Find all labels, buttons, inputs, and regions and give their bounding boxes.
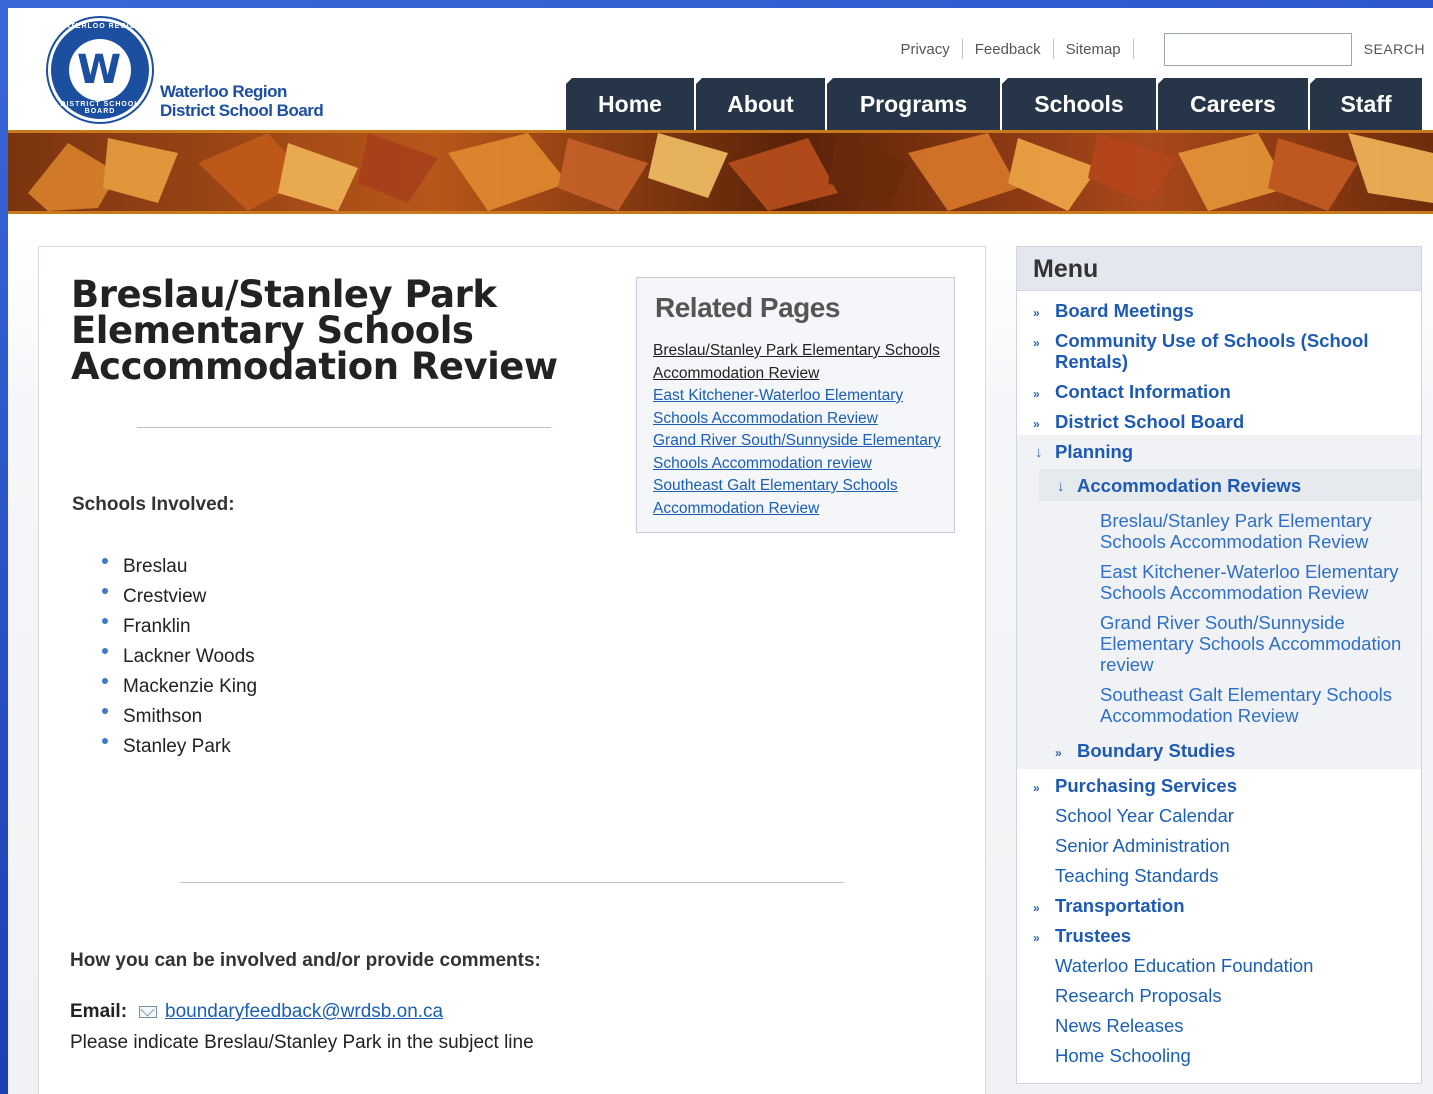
utility-bar: Privacy Feedback Sitemap SEARCH: [889, 32, 1425, 66]
school-name: Breslau: [123, 556, 188, 577]
bullet-icon: [102, 678, 108, 684]
bullet-icon: [102, 648, 108, 654]
utility-divider: [1132, 39, 1134, 59]
main-nav: Home About Programs Schools Careers Staf…: [564, 76, 1422, 130]
sidebar-menu: Menu » Board Meetings » Community Use of…: [1016, 246, 1422, 1084]
school-name: Smithson: [123, 706, 203, 727]
nav-tab-programs[interactable]: Programs: [827, 78, 1000, 130]
logo-text-line2: District School Board: [160, 101, 324, 120]
window-frame-top: [0, 0, 1433, 8]
bullet-icon: [102, 588, 108, 594]
search-button[interactable]: SEARCH: [1364, 41, 1425, 57]
bullet-icon: [102, 738, 108, 744]
school-name: Lackner Woods: [123, 646, 255, 667]
email-line: Email: boundaryfeedback@wrdsb.on.ca: [70, 1001, 443, 1023]
school-name: Stanley Park: [123, 736, 231, 757]
list-item: Stanley Park: [99, 732, 257, 762]
search-input[interactable]: [1163, 32, 1352, 66]
feedback-link[interactable]: Feedback: [963, 41, 1053, 58]
bullet-icon: [102, 618, 108, 624]
subject-note: Please indicate Breslau/Stanley Park in …: [70, 1032, 534, 1053]
window-frame-left: [0, 0, 8, 1094]
logo-text-line1: Waterloo Region: [160, 82, 287, 101]
privacy-link[interactable]: Privacy: [889, 41, 962, 58]
down-arrow-icon: ↓: [1057, 478, 1065, 495]
logo-ring-text-bottom: DISTRICT SCHOOL BOARD: [60, 101, 140, 115]
page: WATERLOO REGION W DISTRICT SCHOOL BOARD …: [8, 8, 1433, 1094]
list-item: Lackner Woods: [99, 642, 257, 672]
divider: [180, 882, 844, 883]
school-name: Franklin: [123, 616, 191, 637]
logo-ring-text-top: WATERLOO REGION: [57, 23, 143, 30]
school-name: Crestview: [123, 586, 207, 607]
related-pages-box: Related Pages Breslau/Stanley Park Eleme…: [636, 277, 955, 533]
envelope-icon: [139, 1006, 158, 1018]
related-link-grand-river[interactable]: Grand River South/Sunnyside Elementary S…: [653, 432, 941, 472]
main-content: Breslau/Stanley Park Elementary Schools …: [38, 246, 986, 1094]
schools-involved-label: Schools Involved:: [72, 494, 235, 515]
double-chevron-right-icon: »: [1033, 901, 1040, 915]
double-chevron-right-icon: »: [1033, 306, 1040, 320]
related-link-item: Breslau/Stanley Park Elementary Schools …: [653, 340, 953, 385]
double-chevron-right-icon: »: [1055, 746, 1062, 760]
nav-tab-careers[interactable]: Careers: [1158, 78, 1308, 130]
related-pages-list: Breslau/Stanley Park Elementary Schools …: [653, 340, 953, 520]
double-chevron-right-icon: »: [1033, 387, 1040, 401]
page-title: Breslau/Stanley Park Elementary Schools …: [71, 273, 558, 388]
nav-tab-schools[interactable]: Schools: [1002, 78, 1156, 130]
related-link-item: Grand River South/Sunnyside Elementary S…: [653, 430, 953, 475]
logo-emblem: WATERLOO REGION W DISTRICT SCHOOL BOARD: [48, 18, 152, 122]
down-arrow-icon: ↓: [1035, 444, 1043, 461]
leaves-illustration: [8, 133, 1433, 211]
autumn-leaves-banner: [8, 130, 1433, 214]
divider: [137, 427, 551, 428]
related-link-southeast-galt[interactable]: Southeast Galt Elementary Schools Accomm…: [653, 477, 898, 517]
double-chevron-right-icon: »: [1033, 417, 1040, 431]
list-item: Crestview: [99, 582, 257, 612]
double-chevron-right-icon: »: [1033, 781, 1040, 795]
email-label: Email:: [70, 1001, 128, 1022]
list-item: Franklin: [99, 612, 257, 642]
nav-tab-about[interactable]: About: [696, 78, 825, 130]
bullet-icon: [102, 708, 108, 714]
nav-tab-home[interactable]: Home: [566, 78, 694, 130]
list-item: Breslau: [99, 552, 257, 582]
double-chevron-right-icon: »: [1033, 336, 1040, 350]
sitemap-link[interactable]: Sitemap: [1054, 41, 1133, 58]
logo-wordmark: Waterloo Region District School Board: [160, 82, 324, 120]
double-chevron-right-icon: »: [1033, 931, 1040, 945]
logo-figures-icon: W: [77, 47, 122, 93]
related-link-item: Southeast Galt Elementary Schools Accomm…: [653, 475, 953, 520]
nav-tab-staff[interactable]: Staff: [1310, 78, 1422, 130]
related-link-east-kitchener[interactable]: East Kitchener-Waterloo Elementary Schoo…: [653, 387, 903, 427]
school-name: Mackenzie King: [123, 676, 258, 697]
involvement-heading: How you can be involved and/or provide c…: [70, 950, 541, 971]
schools-list: Breslau Crestview Franklin Lackner Woods…: [99, 552, 257, 762]
list-item: Mackenzie King: [99, 672, 257, 702]
site-logo[interactable]: WATERLOO REGION W DISTRICT SCHOOL BOARD …: [48, 18, 348, 128]
list-item: Smithson: [99, 702, 257, 732]
menu-heading: Menu: [1017, 247, 1421, 291]
related-link-breslau[interactable]: Breslau/Stanley Park Elementary Schools …: [653, 342, 940, 382]
bullet-icon: [102, 558, 108, 564]
related-link-item: East Kitchener-Waterloo Elementary Schoo…: [653, 385, 953, 430]
email-link[interactable]: boundaryfeedback@wrdsb.on.ca: [165, 1001, 443, 1023]
related-pages-heading: Related Pages: [655, 292, 840, 323]
